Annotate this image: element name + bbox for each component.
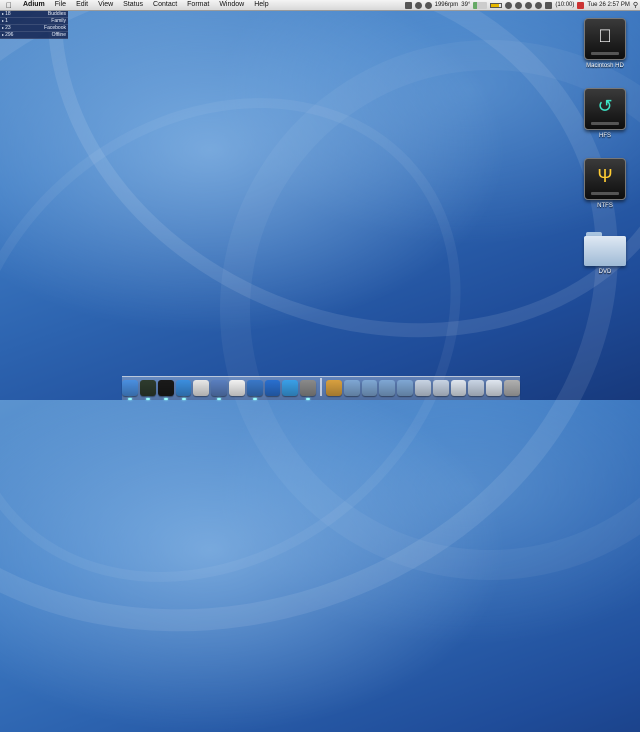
wallpaper-swoosh xyxy=(177,0,640,623)
growl-icon[interactable] xyxy=(414,1,422,9)
apple-menu-icon[interactable]:  xyxy=(0,1,18,10)
clock-arrow-icon: ↺ xyxy=(597,95,613,116)
documents-folder-icon[interactable] xyxy=(361,380,378,396)
dock xyxy=(122,376,520,400)
home-folder-icon[interactable] xyxy=(325,380,342,396)
menu-format[interactable]: Format xyxy=(182,0,214,10)
desktop-icon-dvd[interactable]: DVD xyxy=(575,232,635,275)
desktop-icon-ntfs[interactable]: Ψ NTFS xyxy=(575,158,635,209)
adium-status-icon[interactable] xyxy=(404,1,412,9)
desktop-icon-label: HFS xyxy=(599,133,611,139)
utilities-folder-icon[interactable] xyxy=(397,380,414,396)
textedit-icon[interactable] xyxy=(193,380,210,396)
temperature-readout: 39° xyxy=(461,2,471,8)
desktop-icon-label: Macintosh HD xyxy=(586,63,624,69)
group-name: Offline xyxy=(51,32,66,38)
contact-group-row[interactable]: 1 Family xyxy=(0,18,68,25)
wallpaper-swoosh xyxy=(0,0,559,683)
contact-group-row[interactable]: 23 Facebook xyxy=(0,25,68,32)
headphones-icon[interactable] xyxy=(525,1,533,9)
group-name: Buddies xyxy=(47,11,66,17)
dock-separator xyxy=(320,378,322,396)
contact-group-row[interactable]: 18 Buddies xyxy=(0,11,68,18)
system-preferences-icon[interactable] xyxy=(300,380,316,400)
minimized-window-3-icon[interactable] xyxy=(450,380,467,396)
apple-drive-icon:  xyxy=(584,18,626,60)
group-count: 18 xyxy=(2,11,11,17)
group-count: 296 xyxy=(2,32,13,38)
applications-folder-icon[interactable] xyxy=(343,380,360,396)
group-name: Family xyxy=(51,18,66,24)
terminal-icon[interactable] xyxy=(157,380,174,400)
timemachine-icon[interactable] xyxy=(515,1,523,9)
battery-time: (10:00) xyxy=(555,2,575,8)
minimized-window-2-icon[interactable] xyxy=(432,380,449,396)
network-icon[interactable] xyxy=(282,380,299,396)
downloads-folder-icon[interactable] xyxy=(379,380,396,396)
trash-icon[interactable] xyxy=(504,380,520,396)
menu-file[interactable]: File xyxy=(50,0,71,10)
menu-bar:  Adium File Edit View Status Contact Fo… xyxy=(0,0,640,11)
contact-group-row[interactable]: 296 Offline xyxy=(0,32,68,39)
bluetooth-icon[interactable] xyxy=(505,1,513,9)
desktop-icon-label: NTFS xyxy=(597,203,613,209)
finder-icon[interactable] xyxy=(122,380,138,400)
desktop-icon-label: DVD xyxy=(598,269,612,275)
menu-view[interactable]: View xyxy=(93,0,118,10)
minimized-window-5-icon[interactable] xyxy=(486,380,503,396)
group-count: 23 xyxy=(2,25,11,31)
menu-edit[interactable]: Edit xyxy=(71,0,93,10)
calendar-icon[interactable] xyxy=(577,1,585,9)
timemachine-drive-icon: ↺ xyxy=(584,88,626,130)
quicktime-icon[interactable] xyxy=(264,380,281,396)
menu-extras: 1996rpm 39° (10:00) Tue 26 2:57 PM ⚲ xyxy=(404,0,638,10)
battery-icon[interactable] xyxy=(490,2,503,8)
clock[interactable]: Tue 26 2:57 PM xyxy=(587,2,629,8)
usb-drive-icon: Ψ xyxy=(584,158,626,200)
safari-icon[interactable] xyxy=(175,380,192,400)
desktop-icon-hfs[interactable]: ↺ HFS xyxy=(575,88,635,139)
menu-status[interactable]: Status xyxy=(118,0,148,10)
fan-speed-readout: 1996rpm xyxy=(434,2,459,8)
menu-window[interactable]: Window xyxy=(214,0,249,10)
spotlight-icon[interactable]: ⚲ xyxy=(633,1,638,9)
menu-contact[interactable]: Contact xyxy=(148,0,182,10)
ical-icon[interactable] xyxy=(228,380,245,396)
activity-monitor-icon[interactable] xyxy=(139,380,156,400)
folder-icon xyxy=(584,232,626,266)
app-menu[interactable]: Adium xyxy=(18,0,50,10)
minimized-window-4-icon[interactable] xyxy=(468,380,485,396)
wallpaper-swoosh xyxy=(0,0,640,732)
menu-help[interactable]: Help xyxy=(249,0,273,10)
usb-symbol-icon: Ψ xyxy=(597,165,613,186)
itunes-icon[interactable] xyxy=(246,380,263,400)
preview-icon[interactable] xyxy=(211,380,227,400)
volume-icon[interactable] xyxy=(545,1,553,9)
contact-list: 18 Buddies 1 Family 23 Facebook 296 Offl… xyxy=(0,11,68,39)
fan-icon[interactable] xyxy=(424,1,432,9)
minimized-window-1-icon[interactable] xyxy=(415,380,431,396)
group-name: Facebook xyxy=(44,25,66,31)
group-count: 1 xyxy=(2,18,8,24)
wifi-icon[interactable] xyxy=(535,1,543,9)
apple-logo-icon:  xyxy=(598,26,612,47)
desktop-icon-macintosh-hd[interactable]:  Macintosh HD xyxy=(575,18,635,69)
cpu-meter-icon[interactable] xyxy=(473,1,488,9)
wallpaper-swoosh xyxy=(0,0,640,434)
